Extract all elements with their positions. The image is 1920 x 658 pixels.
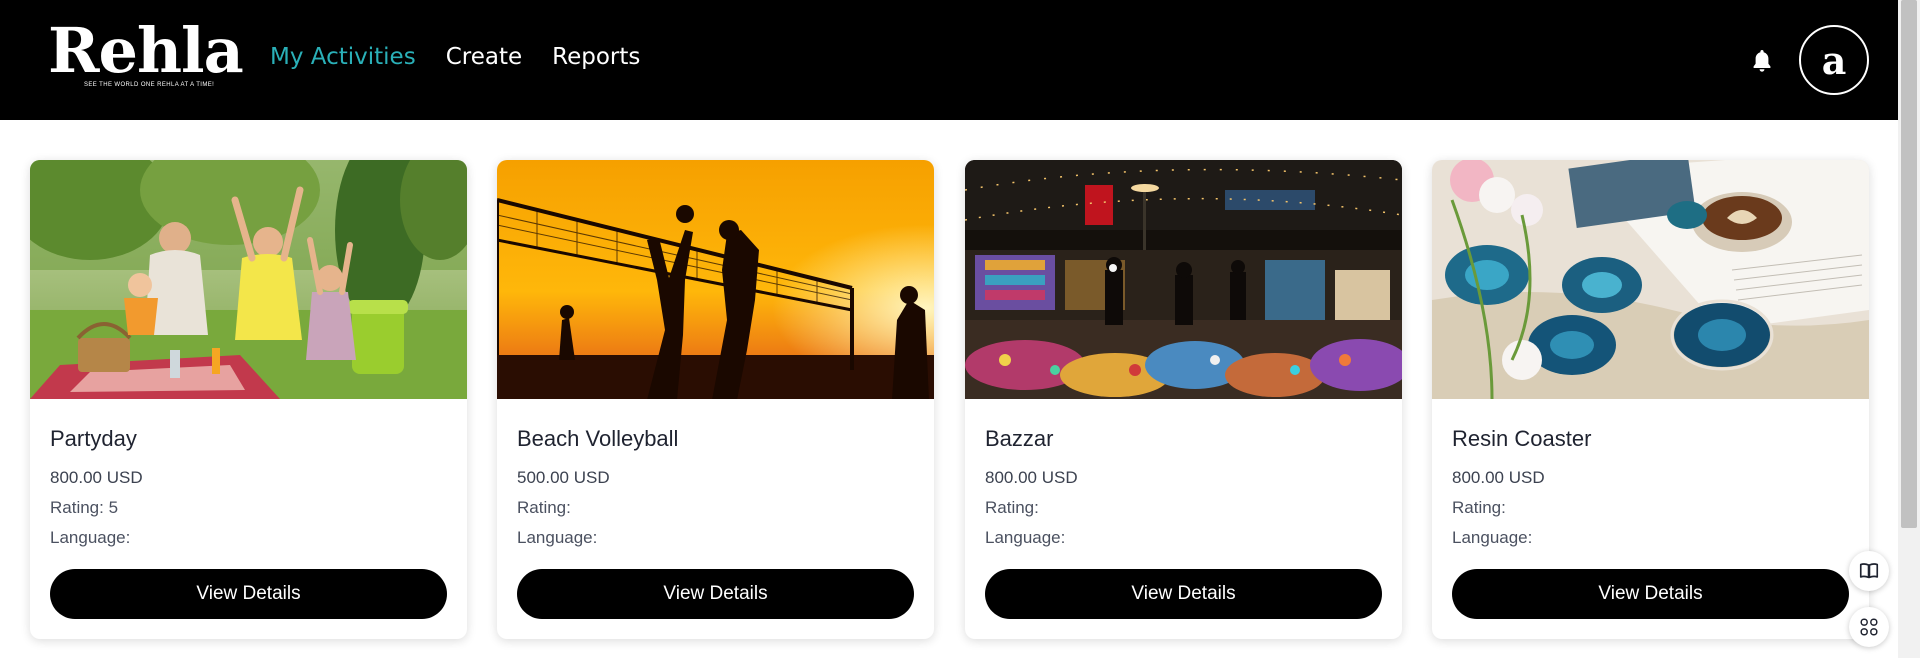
view-details-button[interactable]: View Details (517, 569, 914, 619)
bell-icon[interactable] (1750, 48, 1774, 74)
activity-language: Language: (517, 528, 598, 547)
activity-title: Bazzar (985, 426, 1054, 451)
activity-title: Partyday (50, 426, 137, 451)
activity-language: Language: (50, 528, 131, 547)
top-navbar: Rehla SEE THE WORLD ONE REHLA AT A TIME!… (0, 0, 1898, 120)
brand-logo[interactable]: Rehla SEE THE WORLD ONE REHLA AT A TIME! (48, 14, 244, 92)
nav-reports[interactable]: Reports (552, 44, 640, 70)
activity-card: Resin Coaster 800.00 USD Rating: Languag… (1432, 160, 1869, 639)
activity-rating: Rating: (1452, 498, 1506, 517)
activity-price: 800.00 USD (1452, 468, 1545, 487)
activity-card: Beach Volleyball 500.00 USD Rating: Lang… (497, 160, 934, 639)
activity-price: 800.00 USD (50, 468, 143, 487)
main-nav: My Activities Create Reports (270, 44, 640, 70)
avatar-letter: a (1821, 37, 1847, 83)
activity-rating: Rating: (517, 498, 571, 517)
activity-rating: Rating: 5 (50, 498, 119, 517)
brand-tagline: SEE THE WORLD ONE REHLA AT A TIME! (84, 82, 215, 88)
book-icon[interactable] (1849, 551, 1889, 591)
apps-icon[interactable] (1849, 607, 1889, 647)
activity-title: Resin Coaster (1452, 426, 1592, 451)
activity-card: Bazzar 800.00 USD Rating: Language: View… (965, 160, 1402, 639)
nav-create[interactable]: Create (446, 44, 522, 70)
activity-language: Language: (1452, 528, 1533, 547)
activity-image-resin-coaster (1432, 160, 1869, 399)
view-details-button[interactable]: View Details (50, 569, 447, 619)
activity-price: 500.00 USD (517, 468, 610, 487)
nav-my-activities[interactable]: My Activities (270, 44, 416, 70)
activity-image-bazaar (965, 160, 1402, 399)
view-details-button[interactable]: View Details (985, 569, 1382, 619)
activity-image-volleyball (497, 160, 934, 399)
activity-card: Partyday 800.00 USD Rating: 5 Language: … (30, 160, 467, 639)
activity-image-picnic (30, 160, 467, 399)
view-details-button[interactable]: View Details (1452, 569, 1849, 619)
user-avatar[interactable]: a (1799, 25, 1869, 95)
brand-name: Rehla (48, 14, 244, 87)
activity-rating: Rating: (985, 498, 1039, 517)
activity-title: Beach Volleyball (517, 426, 679, 451)
activity-language: Language: (985, 528, 1066, 547)
page-scrollbar-thumb[interactable] (1901, 0, 1917, 528)
activity-price: 800.00 USD (985, 468, 1078, 487)
